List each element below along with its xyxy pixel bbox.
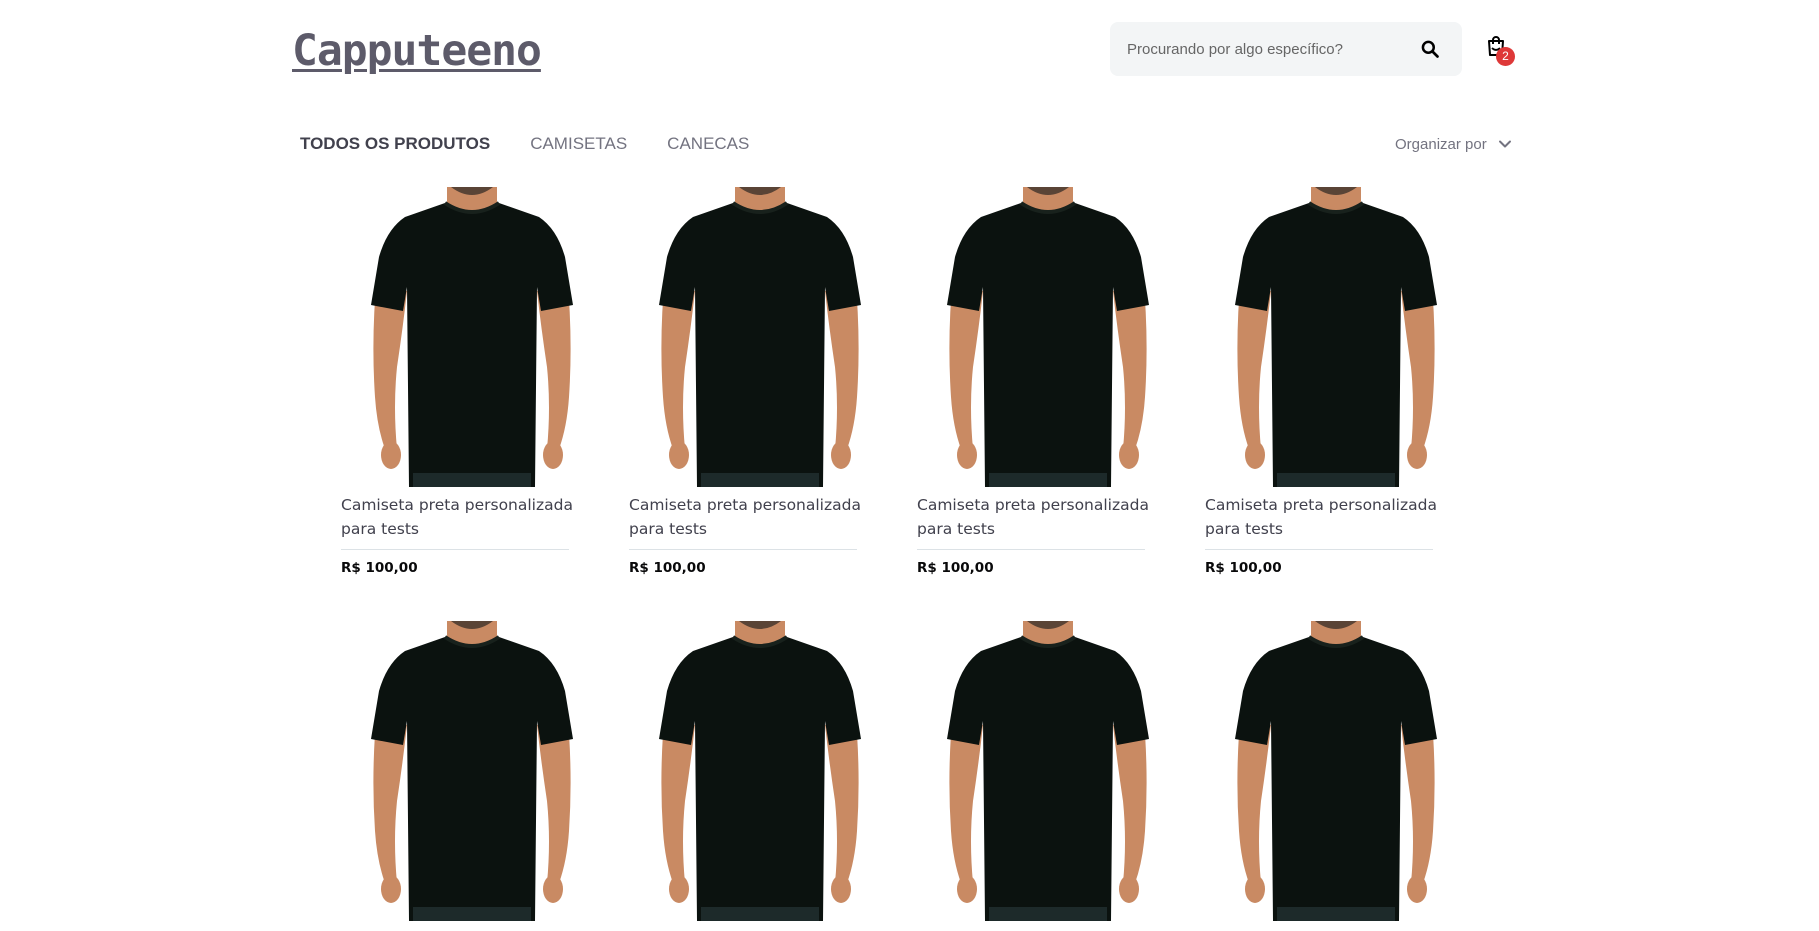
product-image: [629, 187, 891, 487]
product-image: [917, 187, 1179, 487]
product-card[interactable]: Camiseta preta personalizada para tests …: [1205, 187, 1467, 576]
product-image: [1205, 621, 1467, 921]
product-image: [629, 621, 891, 921]
sort-dropdown[interactable]: Organizar por: [1395, 132, 1513, 156]
chevron-down-icon: [1498, 140, 1511, 148]
card-divider: [1205, 549, 1433, 550]
product-card[interactable]: [917, 621, 1179, 921]
product-card[interactable]: [1205, 621, 1467, 921]
product-name: Camiseta preta personalizada para tests: [1205, 496, 1437, 538]
tab-all-products[interactable]: TODOS OS PRODUTOS: [300, 132, 490, 156]
product-price: R$ 100,00: [917, 560, 994, 576]
tab-mugs[interactable]: CANECAS: [667, 132, 749, 156]
product-name: Camiseta preta personalizada para tests: [629, 496, 861, 538]
search-icon[interactable]: [1420, 39, 1440, 59]
site-header: Capputeeno 2: [0, 0, 1819, 96]
product-card[interactable]: Camiseta preta personalizada para tests …: [341, 187, 603, 576]
card-divider: [341, 549, 569, 550]
logo[interactable]: Capputeeno: [292, 26, 542, 76]
product-card[interactable]: [629, 621, 891, 921]
product-price: R$ 100,00: [341, 560, 418, 576]
product-image: [341, 621, 603, 921]
product-image: [1205, 187, 1467, 487]
product-name: Camiseta preta personalizada para tests: [341, 496, 573, 538]
product-image: [341, 187, 603, 487]
category-tabs: TODOS OS PRODUTOS CAMISETAS CANECAS: [300, 132, 789, 156]
cart-count-badge: 2: [1496, 47, 1515, 66]
product-name: Camiseta preta personalizada para tests: [917, 496, 1149, 538]
card-divider: [629, 549, 857, 550]
search-input[interactable]: [1110, 22, 1410, 76]
sort-label: Organizar por: [1395, 135, 1487, 153]
product-price: R$ 100,00: [1205, 560, 1282, 576]
tab-tshirts[interactable]: CAMISETAS: [530, 132, 627, 156]
product-card[interactable]: Camiseta preta personalizada para tests …: [629, 187, 891, 576]
cart-button[interactable]: 2: [1484, 34, 1520, 70]
product-price: R$ 100,00: [629, 560, 706, 576]
card-divider: [917, 549, 1145, 550]
search-bar: [1110, 22, 1462, 76]
product-image: [917, 621, 1179, 921]
product-card[interactable]: Camiseta preta personalizada para tests …: [917, 187, 1179, 576]
product-card[interactable]: [341, 621, 603, 921]
